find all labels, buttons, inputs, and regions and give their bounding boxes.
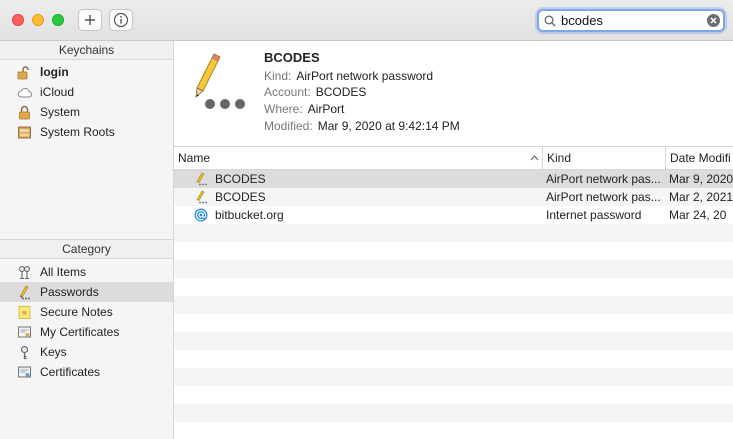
- keychains-header: Keychains: [0, 41, 173, 60]
- sidebar-item-label: login: [40, 65, 69, 79]
- empty-row: [174, 350, 733, 368]
- category-list: All Items Passwords Secure Notes My Cert…: [0, 262, 173, 382]
- certificate-icon: [18, 366, 31, 378]
- detail-account: Account: BCODES: [264, 85, 367, 99]
- empty-row: [174, 422, 733, 439]
- empty-row: [174, 368, 733, 386]
- item-detail-panel: BCODES Kind: AirPort network password Acc…: [174, 41, 733, 147]
- sidebar-item-system[interactable]: System: [0, 102, 173, 122]
- pencil-icon: [196, 172, 207, 186]
- empty-row: [174, 242, 733, 260]
- lock-icon: [19, 105, 30, 120]
- sidebar-item-login[interactable]: login: [0, 62, 173, 82]
- detail-kind: Kind: AirPort network password: [264, 69, 434, 83]
- column-header-kind[interactable]: Kind: [543, 147, 666, 169]
- keychain-access-window: Keychains login iCloud Syst: [0, 0, 733, 439]
- sort-ascending-icon: [530, 155, 539, 161]
- note-icon: [18, 306, 31, 319]
- keychains-list: login iCloud System System Roots: [0, 62, 173, 142]
- sidebar-item-label: Certificates: [40, 365, 101, 379]
- empty-row: [174, 386, 733, 404]
- sidebar-item-label: System Roots: [40, 125, 115, 139]
- detail-where: Where: AirPort: [264, 102, 345, 116]
- cell-date: Mar 2, 2021: [669, 190, 733, 204]
- empty-row: [174, 314, 733, 332]
- cell-name: BCODES: [215, 172, 266, 186]
- empty-row: [174, 404, 733, 422]
- detail-modified: Modified: Mar 9, 2020 at 9:42:14 PM: [264, 119, 460, 133]
- sidebar-item-keys[interactable]: Keys: [0, 342, 173, 362]
- close-icon: [710, 17, 717, 24]
- empty-row: [174, 278, 733, 296]
- cell-name: bitbucket.org: [215, 208, 284, 222]
- plus-icon: [85, 15, 95, 25]
- info-icon: [113, 12, 129, 28]
- detail-title: BCODES: [264, 50, 320, 65]
- empty-row: [174, 224, 733, 242]
- sidebar-item-label: iCloud: [40, 85, 75, 99]
- sidebar-item-label: Passwords: [40, 285, 99, 299]
- search-input[interactable]: [561, 12, 701, 29]
- sidebar-item-secure-notes[interactable]: Secure Notes: [0, 302, 173, 322]
- minimize-window-button[interactable]: [32, 14, 44, 26]
- cell-kind: AirPort network pas...: [546, 190, 661, 204]
- cloud-icon: [17, 87, 32, 98]
- category-header: Category: [0, 239, 173, 259]
- sidebar-item-passwords[interactable]: Passwords: [0, 282, 173, 302]
- close-window-button[interactable]: [12, 14, 24, 26]
- lock-open-icon: [17, 66, 29, 80]
- cell-kind: Internet password: [546, 208, 642, 222]
- at-sign-icon: [194, 208, 208, 222]
- zoom-window-button[interactable]: [52, 14, 64, 26]
- search-icon: [544, 15, 556, 27]
- column-header-name[interactable]: Name: [174, 147, 543, 169]
- sidebar-item-certificates[interactable]: Certificates: [0, 362, 173, 382]
- sidebar-item-system-roots[interactable]: System Roots: [0, 122, 173, 142]
- search-field[interactable]: [537, 9, 725, 32]
- table-row[interactable]: BCODES AirPort network pas... Mar 9, 202…: [174, 170, 733, 188]
- key-icon: [20, 345, 29, 360]
- cabinet-icon: [18, 126, 31, 139]
- get-info-button[interactable]: [109, 9, 133, 31]
- table-row[interactable]: bitbucket.org Internet password Mar 24, …: [174, 206, 733, 224]
- table-header: Name Kind Date Modifi: [174, 147, 733, 170]
- empty-row: [174, 260, 733, 278]
- sidebar-item-label: Secure Notes: [40, 305, 113, 319]
- sidebar-item-my-certificates[interactable]: My Certificates: [0, 322, 173, 342]
- pencil-icon: [195, 53, 245, 109]
- pencil-icon: [196, 190, 207, 204]
- cell-name: BCODES: [215, 190, 266, 204]
- sidebar-item-all-items[interactable]: All Items: [0, 262, 173, 282]
- certificate-icon: [18, 326, 31, 338]
- add-item-button[interactable]: [78, 9, 102, 31]
- sidebar: Keychains login iCloud System System Roo…: [0, 41, 174, 439]
- main-panel: BCODES Kind: AirPort network password Acc…: [174, 41, 733, 439]
- empty-row: [174, 296, 733, 314]
- toolbar: [0, 0, 733, 41]
- cell-date: Mar 24, 20: [669, 208, 727, 222]
- cell-kind: AirPort network pas...: [546, 172, 661, 186]
- items-table: Name Kind Date Modifi BCODES AirPort net…: [174, 147, 733, 439]
- table-row[interactable]: BCODES AirPort network pas... Mar 2, 202…: [174, 188, 733, 206]
- sidebar-item-label: All Items: [40, 265, 87, 279]
- sidebar-item-icloud[interactable]: iCloud: [0, 82, 173, 102]
- sidebar-item-label: Keys: [40, 345, 67, 359]
- empty-row: [174, 332, 733, 350]
- pencil-icon: [20, 285, 30, 300]
- sidebar-item-label: System: [40, 105, 81, 119]
- column-header-date-modified[interactable]: Date Modifi: [666, 147, 733, 169]
- sidebar-item-label: My Certificates: [40, 325, 120, 339]
- all-items-icon: [19, 266, 30, 280]
- clear-search-button[interactable]: [707, 14, 720, 27]
- cell-date: Mar 9, 2020: [669, 172, 733, 186]
